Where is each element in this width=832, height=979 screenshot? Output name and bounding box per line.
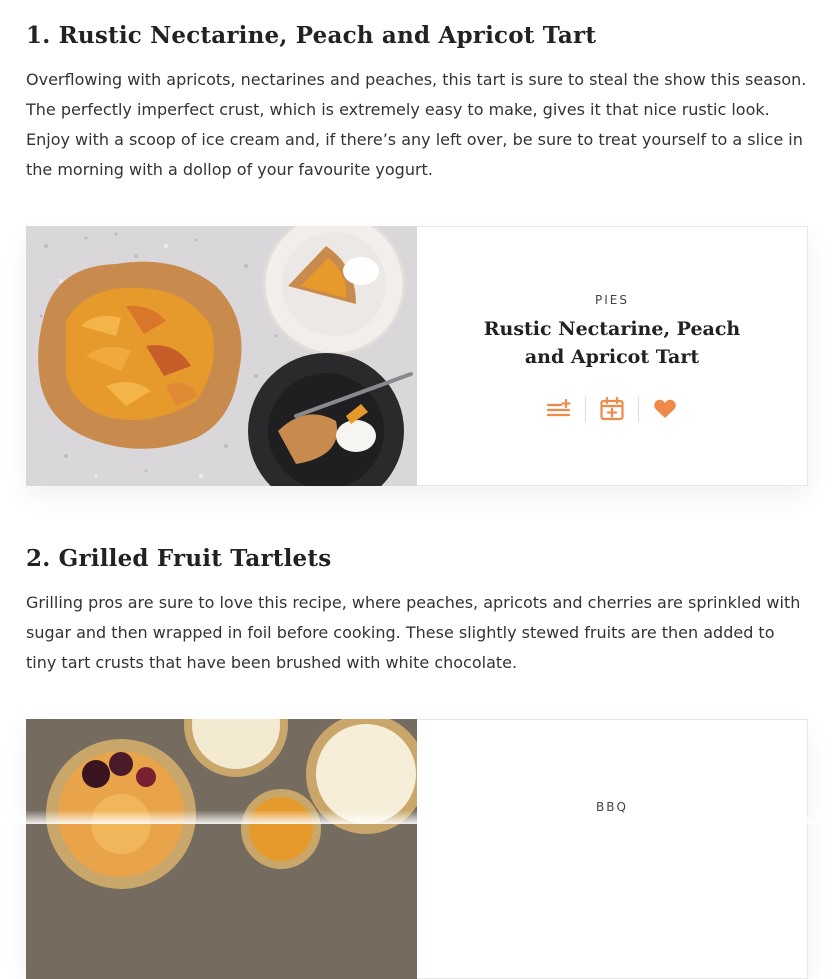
add-to-list-button[interactable] (533, 395, 585, 423)
recipe-card-1[interactable]: PIES Rustic Nectarine, Peach and Apricot… (26, 226, 808, 486)
scroll-fade (0, 810, 832, 824)
favorite-button[interactable] (639, 395, 691, 423)
recipe-section-2: 2. Grilled Fruit Tartlets Grilling pros … (26, 544, 808, 678)
recipe-card-info: PIES Rustic Nectarine, Peach and Apricot… (417, 227, 807, 485)
recipe-card-2[interactable]: BBQ (26, 719, 808, 979)
recipe-actions (417, 395, 807, 423)
heart-icon (654, 399, 676, 418)
recipe-heading: 1. Rustic Nectarine, Peach and Apricot T… (26, 22, 597, 49)
recipe-description: Grilling pros are sure to love this reci… (26, 593, 801, 672)
recipe-image[interactable] (26, 719, 417, 979)
recipe-description: Overflowing with apricots, nectarines an… (26, 70, 807, 179)
recipe-section-1: 1. Rustic Nectarine, Peach and Apricot T… (26, 21, 808, 185)
add-to-calendar-icon (600, 396, 624, 421)
recipe-card-title[interactable]: Rustic Nectarine, Peach and Apricot Tart (462, 315, 762, 371)
recipe-card-info: BBQ (417, 720, 807, 978)
add-to-calendar-button[interactable] (586, 395, 638, 423)
recipe-heading: 2. Grilled Fruit Tartlets (26, 545, 332, 572)
recipe-image[interactable] (26, 226, 417, 486)
add-to-list-icon (546, 398, 571, 417)
recipe-category[interactable]: PIES (417, 293, 807, 307)
